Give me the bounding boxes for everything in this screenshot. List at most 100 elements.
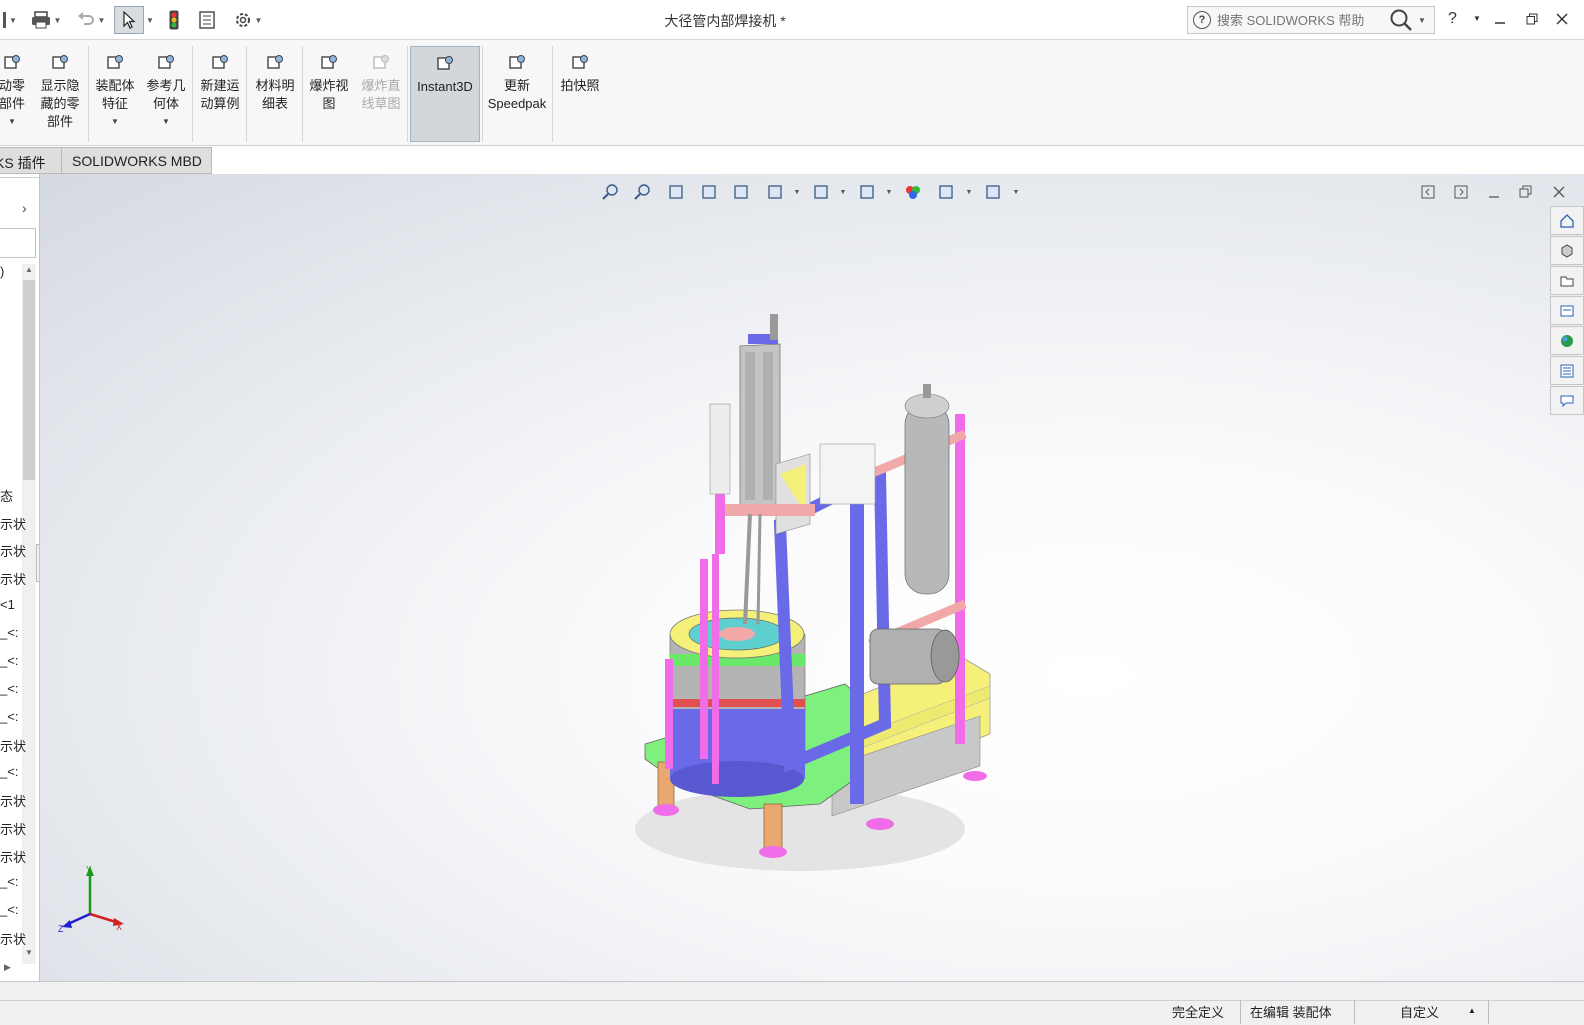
task-pane-resources-tab[interactable] xyxy=(1550,236,1584,265)
help-dropdown[interactable]: ▼ xyxy=(1473,14,1481,23)
tree-item[interactable]: 示状 xyxy=(0,791,26,810)
axis-y-label: Y xyxy=(86,865,92,874)
filter-field[interactable] xyxy=(0,228,36,258)
command-ribbon: 动零 部件 ▼ 显示隐 藏的零 部件 装配体 特征 ▼ 参考几 何体 ▼ 新建运 动算例 材料明… xyxy=(0,40,1584,146)
search-input[interactable] xyxy=(1217,12,1387,28)
task-pane-forum-tab[interactable] xyxy=(1550,386,1584,415)
ribbon-button-label: 显示隐 藏的零 部件 xyxy=(40,78,80,129)
new-document-dropdown[interactable]: ▼ xyxy=(0,6,20,34)
tree-item[interactable]: <1 xyxy=(0,597,15,612)
ribbon-button-6[interactable]: 爆炸视 图 xyxy=(305,46,353,142)
move-component-icon xyxy=(1,52,23,74)
viewport-minimize-button[interactable] xyxy=(1487,185,1501,202)
tree-item[interactable]: _<: xyxy=(0,764,18,779)
tree-item[interactable]: _<: xyxy=(0,625,18,640)
tree-item[interactable]: 示状 xyxy=(0,541,26,560)
panel-top-divider xyxy=(0,174,39,178)
tree-item[interactable]: _<: xyxy=(0,709,18,724)
tree-item[interactable]: 示状 xyxy=(0,514,26,533)
chevron-down-icon[interactable]: ▼ xyxy=(884,182,894,202)
ribbon-button-7[interactable]: 爆炸直 线草图 xyxy=(356,46,406,142)
viewport-close-button[interactable] xyxy=(1552,185,1566,202)
chevron-down-icon[interactable]: ▼ xyxy=(162,113,170,131)
minimize-icon xyxy=(1489,196,1499,198)
ribbon-button-2[interactable]: 装配体 特征 ▼ xyxy=(90,46,140,142)
print-button[interactable]: ▼ xyxy=(26,6,66,34)
undo-icon xyxy=(77,12,94,25)
ribbon-button-0[interactable]: 动零 部件 ▼ xyxy=(0,46,30,142)
file-properties-button[interactable] xyxy=(196,6,218,34)
tree-item[interactable]: 示状 xyxy=(0,819,26,838)
status-separator xyxy=(1354,1000,1355,1024)
tree-item[interactable]: 态 xyxy=(0,486,13,505)
unit-system-dropdown-icon[interactable]: ▲ xyxy=(1468,1006,1476,1015)
feature-manager-panel: › ▲ ▼ ) 态示状 示状 示状 <1 _<: _<: _<: _<: 示状 _<: 示状 示状 示状 _… xyxy=(0,174,40,981)
tree-item[interactable]: 示状 xyxy=(0,736,26,755)
ribbon-button-4[interactable]: 新建运 动算例 xyxy=(196,46,244,142)
unit-system-selector[interactable]: 自定义 xyxy=(1400,1002,1439,1021)
tab-ks-addins[interactable]: KS 插件 xyxy=(0,147,62,174)
chevron-down-icon[interactable]: ▼ xyxy=(838,182,848,202)
chevron-right-icon[interactable]: › xyxy=(22,200,27,216)
ribbon-button-9[interactable]: 更新 Speedpak xyxy=(484,46,550,142)
tree-item[interactable]: _<: xyxy=(0,653,18,668)
tree-item[interactable]: _<: xyxy=(0,874,18,889)
welding-machine-3d-model[interactable] xyxy=(600,304,1080,874)
tree-item[interactable]: _<: xyxy=(0,902,18,917)
view-settings-icon[interactable] xyxy=(982,182,1004,202)
rebuild-button[interactable] xyxy=(164,6,184,34)
viewport-tile-left-button[interactable] xyxy=(1421,185,1435,202)
tree-item[interactable]: 示状 xyxy=(0,929,26,948)
task-pane-file-explorer-tab[interactable] xyxy=(1550,296,1584,325)
hide-show-items-icon[interactable] xyxy=(856,182,878,202)
tree-item[interactable]: 示状 xyxy=(0,569,26,588)
tree-item[interactable]: 示状 xyxy=(0,847,26,866)
scroll-down-arrow[interactable]: ▼ xyxy=(25,948,33,957)
search-icon[interactable] xyxy=(1389,8,1415,32)
apply-scene-icon[interactable] xyxy=(935,182,957,202)
close-button[interactable] xyxy=(1556,12,1568,28)
dynamic-annotation-icon[interactable] xyxy=(730,182,752,202)
task-pane-design-library-tab[interactable] xyxy=(1550,266,1584,295)
undo-button[interactable]: ▼ xyxy=(72,6,110,34)
options-button[interactable]: ▼ xyxy=(228,6,268,34)
section-view-icon[interactable] xyxy=(698,182,720,202)
zoom-to-area-icon[interactable] xyxy=(632,182,654,202)
viewport-tile-right-button[interactable] xyxy=(1454,185,1468,202)
tab-solidworks-mbd[interactable]: SOLIDWORKS MBD xyxy=(61,147,212,174)
ribbon-button-1[interactable]: 显示隐 藏的零 部件 xyxy=(34,46,86,142)
zoom-to-fit-icon[interactable] xyxy=(600,182,622,202)
restore-button[interactable] xyxy=(1526,12,1538,28)
chevron-down-icon[interactable]: ▼ xyxy=(1011,182,1021,202)
ribbon-button-8[interactable]: Instant3D xyxy=(410,46,480,142)
chevron-down-icon[interactable]: ▼ xyxy=(792,182,802,202)
ribbon-button-5[interactable]: 材料明 细表 xyxy=(250,46,300,142)
help-search[interactable]: ? ▼ xyxy=(1187,6,1435,34)
display-style-icon[interactable] xyxy=(810,182,832,202)
scroll-thumb[interactable] xyxy=(23,280,35,480)
previous-view-icon[interactable] xyxy=(665,182,687,202)
task-pane-appearances-tab[interactable] xyxy=(1550,326,1584,355)
graphics-viewport[interactable]: ▼ ▼ ▼ ▼ ▼ Y X Z xyxy=(40,174,1584,981)
minimize-button[interactable] xyxy=(1494,12,1506,28)
view-orientation-icon[interactable] xyxy=(764,182,786,202)
task-pane-custom-properties-tab[interactable] xyxy=(1550,356,1584,385)
ribbon-button-label: 动零 部件 xyxy=(0,78,25,111)
help-button[interactable]: ? xyxy=(1448,10,1457,28)
scroll-up-arrow[interactable]: ▲ xyxy=(25,265,33,274)
chevron-down-icon[interactable]: ▼ xyxy=(111,113,119,131)
scroll-left-arrow[interactable]: ▶ xyxy=(4,962,11,973)
tree-item[interactable]: _<: xyxy=(0,681,18,696)
chevron-down-icon[interactable]: ▼ xyxy=(964,182,974,202)
ribbon-button-10[interactable]: 拍快照 xyxy=(555,46,605,142)
tree-item[interactable]: ) xyxy=(0,264,4,279)
ribbon-button-3[interactable]: 参考几 何体 ▼ xyxy=(143,46,189,142)
chevron-down-icon[interactable]: ▼ xyxy=(8,113,16,131)
task-pane-home-tab[interactable] xyxy=(1550,206,1584,235)
edit-appearance-icon[interactable] xyxy=(902,182,924,202)
definition-status: 完全定义 xyxy=(1172,1005,1225,1020)
select-button[interactable] xyxy=(114,6,144,34)
select-dropdown[interactable]: ▼ xyxy=(145,6,155,34)
viewport-restore-button[interactable] xyxy=(1519,185,1533,202)
search-dropdown[interactable]: ▼ xyxy=(1418,16,1426,25)
